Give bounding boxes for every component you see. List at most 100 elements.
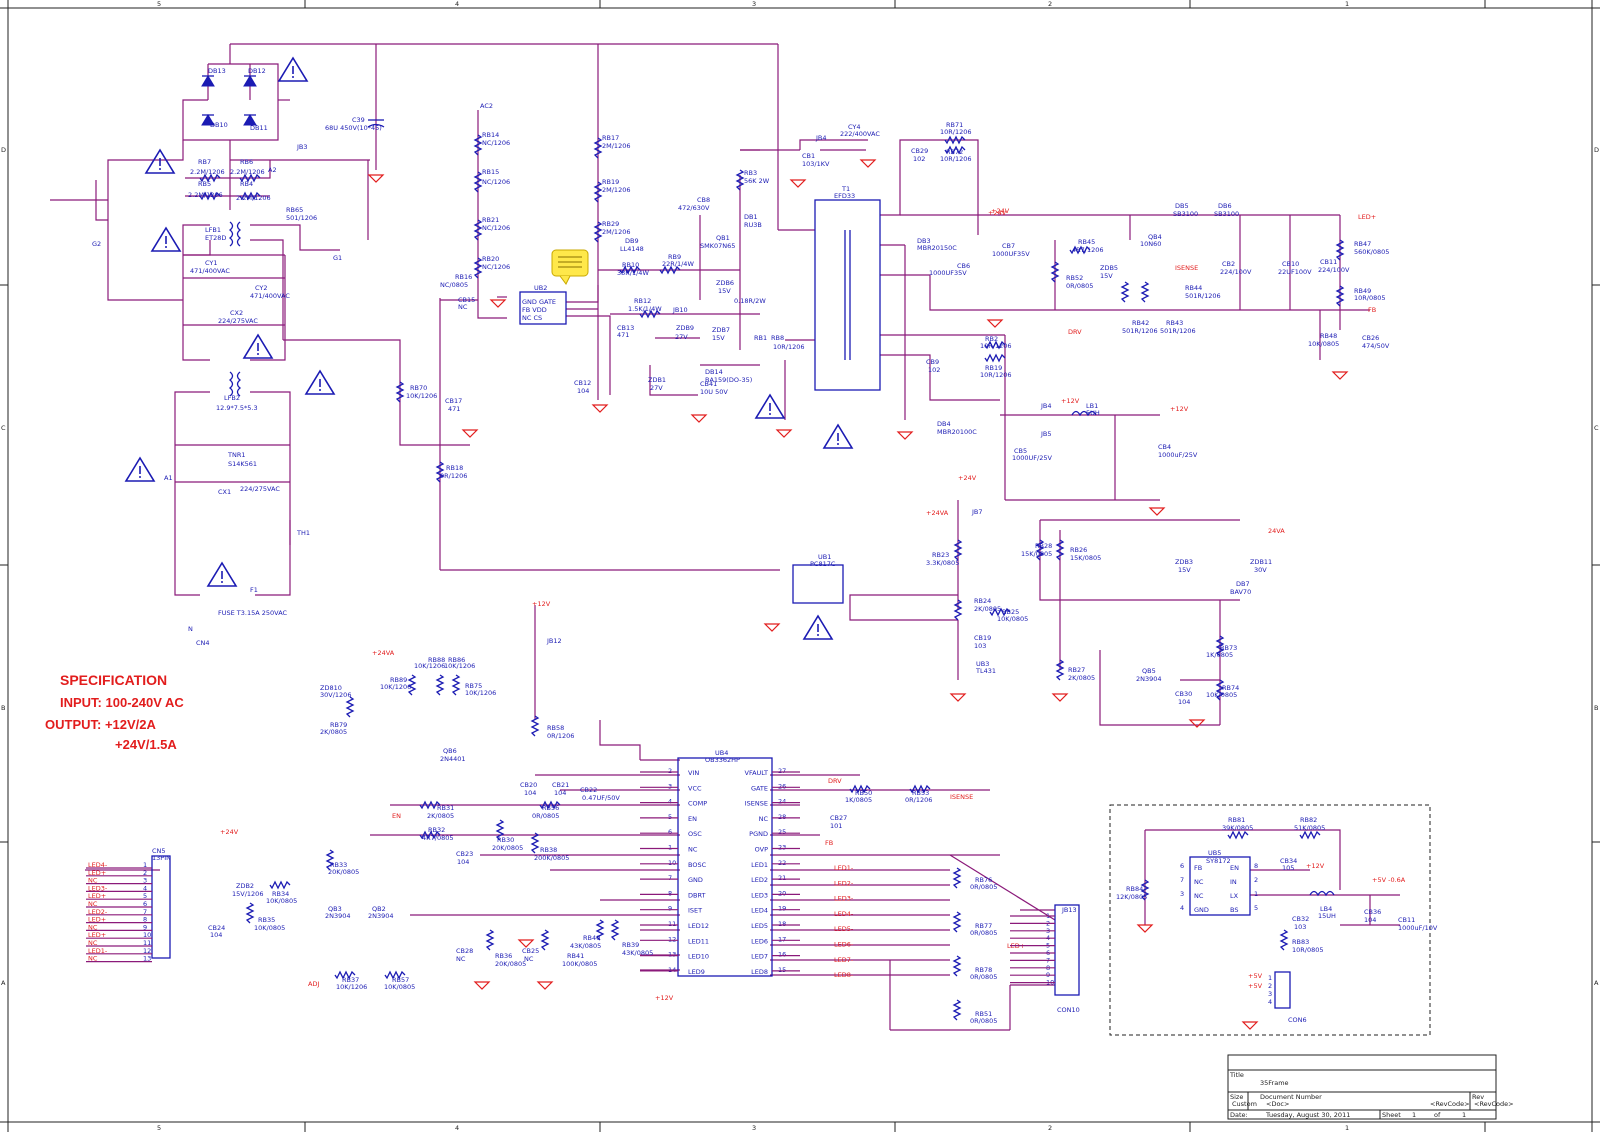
label-rb52: RB52 <box>1066 274 1083 282</box>
ground-icon <box>536 981 554 990</box>
ub4-pin-number: 15 <box>778 966 786 974</box>
label-cb21: CB21 <box>552 781 569 789</box>
label-rb50v: 1K/0805 <box>845 796 872 804</box>
label-rb49v: 10R/0805 <box>1354 294 1386 302</box>
con6-pin-number: 1 <box>1268 974 1272 982</box>
sheet-value: 1 <box>1412 1111 1416 1119</box>
ub4-pin-number: 11 <box>668 920 676 928</box>
ub4-pin-number: 8 <box>668 889 672 897</box>
ub4-pin-bosc: BOSC <box>688 861 707 869</box>
label-rb24: RB24 <box>974 597 991 605</box>
net-led-1: LED1- <box>834 864 854 872</box>
label-rb21: RB21 <box>482 216 499 224</box>
label-ub2pins3: NC CS <box>522 314 542 322</box>
net-n12v2: +12V <box>1170 405 1189 413</box>
label-cb36: CB36 <box>1364 908 1381 916</box>
label-jb4: JB4 <box>815 134 827 142</box>
ub4-pin-number: 19 <box>778 905 786 913</box>
net-nadj: ADJ <box>308 980 319 988</box>
ub4-pin-number: 4 <box>668 798 672 806</box>
ub4-pin-nc: NC <box>759 815 769 823</box>
label-rb18: RB18 <box>446 464 463 472</box>
label-lb1v: 5UH <box>1086 409 1100 417</box>
warning-icon <box>277 56 309 82</box>
label-cb10v: 22UF100V <box>1278 268 1312 276</box>
label-rb52v: 0R/0805 <box>1066 282 1093 290</box>
label-cb32: CB32 <box>1292 915 1309 923</box>
label-f1v: FUSE T3.15A 250VAC <box>218 609 288 617</box>
ground-icon <box>986 319 1004 328</box>
ground-icon <box>775 429 793 438</box>
ground-icon <box>949 693 967 702</box>
label-f1: F1 <box>250 586 258 594</box>
label-db7v: BAV70 <box>1230 588 1251 596</box>
label-jb12: JB12 <box>546 637 562 645</box>
label-th1: TH1 <box>296 529 310 537</box>
ub4-pin-number: 2 <box>668 767 672 775</box>
net-n5v2: +5V <box>1248 982 1263 990</box>
net-nisense: ISENSE <box>1175 264 1198 272</box>
label-rb43: RB43 <box>1166 319 1183 327</box>
title-block: Title 35Frame Size Custom Document Numbe… <box>1227 1054 1514 1120</box>
label-rb17: RB17 <box>602 134 619 142</box>
label-rb7: RB7 <box>198 158 211 166</box>
ub4-pin-vin: VIN <box>688 769 699 777</box>
label-jb4b: JB4 <box>1040 402 1052 410</box>
label-cb19v: 103 <box>974 642 986 650</box>
label-rb76v: 0R/0805 <box>970 883 997 891</box>
ub4-pin-led2: LED2 <box>751 876 768 884</box>
label-ac2: AC2 <box>480 102 493 110</box>
label-qb5v: 2N3904 <box>1136 675 1162 683</box>
bridge-diode-db12 <box>243 75 257 87</box>
label-rb36: RB36 <box>495 952 512 960</box>
label-db14: DB14 <box>705 368 723 376</box>
label-cb27v: 101 <box>830 822 842 830</box>
label-cy4v: 222/400VAC <box>840 130 880 138</box>
label-qb1v: SMK07N65 <box>700 242 735 250</box>
label-rb15v: NC/1206 <box>482 178 510 186</box>
label-cb32v: 103 <box>1294 923 1306 931</box>
label-rb30: RB30 <box>497 836 514 844</box>
label-rb9v: 22R/1/4W <box>662 260 694 268</box>
label-rb51v: 0R/0805 <box>970 1017 997 1025</box>
label-cy1: CY1 <box>205 259 218 267</box>
label-rb41v: 100K/0805 <box>562 960 597 968</box>
label-con10: CON10 <box>1057 1006 1080 1014</box>
label-rb32: RB32 <box>428 826 445 834</box>
label-qb2v: 2N3904 <box>368 912 394 920</box>
net-led-2: LED2- <box>834 879 854 887</box>
label-rb8: RB8 <box>771 334 784 342</box>
ub5-pin-number: 1 <box>1254 890 1258 898</box>
label-rb25v: 10K/0805 <box>997 615 1028 623</box>
ub4-pin-led4: LED4 <box>751 907 768 915</box>
border-col-number: 2 <box>1048 0 1052 8</box>
label-rb83: RB83 <box>1292 938 1309 946</box>
net-n12v4: +12V <box>655 994 674 1002</box>
label-cy2: CY2 <box>255 284 268 292</box>
label-rb79v: 2K/0805 <box>320 728 347 736</box>
label-jb3: JB3 <box>296 143 308 151</box>
label-rb44: RB44 <box>1185 284 1202 292</box>
label-rb26: RB26 <box>1070 546 1087 554</box>
label-cb22: CB22 <box>580 786 597 794</box>
label-cb2v: 224/100V <box>1220 268 1252 276</box>
net-n24v2: +24V <box>991 207 1010 215</box>
label-ub2pins: GND GATE <box>522 298 556 306</box>
label-zd86: ZDB6 <box>716 279 734 287</box>
label-rb36v: 20K/0805 <box>495 960 526 968</box>
label-cb11v: 224/100V <box>1318 266 1350 274</box>
ub4-pin-number: 17 <box>778 935 786 943</box>
label-cb12: CB12 <box>574 379 591 387</box>
ground-icon <box>517 939 535 948</box>
note-icon[interactable] <box>551 249 589 285</box>
label-cb9v: 102 <box>928 366 940 374</box>
ub5-pin-number: 3 <box>1180 890 1184 898</box>
label-rb32v: 4R7/0805 <box>422 834 454 842</box>
label-cb8v: 472/630V <box>678 204 710 212</box>
label-zdb3v: 15V <box>1178 566 1191 574</box>
border-col-number: 3 <box>752 0 756 8</box>
label-rb82: RB82 <box>1300 816 1317 824</box>
label-cb23: CB23 <box>456 850 473 858</box>
label-rb48v: 10K/0805 <box>1308 340 1339 348</box>
label-cb29v: 102 <box>913 155 925 163</box>
